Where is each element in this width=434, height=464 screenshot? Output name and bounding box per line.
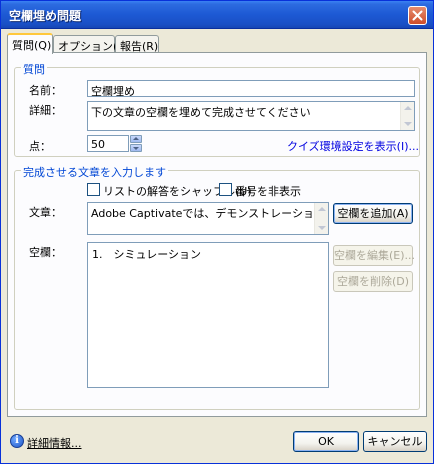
scroll-up-icon [318, 207, 326, 211]
close-icon [412, 10, 423, 21]
sentence-scrollbar[interactable] [314, 203, 328, 234]
points-input-value: 50 [91, 138, 105, 151]
question-group-legend: 質問 [21, 61, 47, 77]
stepper-down-button[interactable] [130, 144, 142, 152]
title-bar[interactable]: 空欄埋め問題 [1, 1, 433, 29]
detail-textarea[interactable]: 下の文章の空欄を埋めて完成させてください [87, 101, 415, 131]
detail-label: 詳細： [29, 104, 62, 117]
list-item[interactable]: 1. シミュレーション [92, 246, 324, 262]
scroll-down-icon [404, 122, 412, 126]
points-input[interactable]: 50 [87, 135, 129, 152]
add-blank-button[interactable]: 空欄を追加(A) [333, 203, 413, 224]
sentence-textarea-value: Adobe Captivateでは、デモンストレーション、<1>、クイズ [91, 207, 328, 220]
blanks-list[interactable]: 1. シミュレーション [87, 242, 329, 388]
dialog-window: 空欄埋め問題 質問(Q) オプション(O) 報告(R) 質問 名前： 空欄埋め … [0, 0, 434, 464]
tab-question[interactable]: 質問(Q) [7, 33, 53, 54]
chevron-down-icon [133, 147, 139, 150]
detail-scrollbar[interactable] [400, 102, 414, 130]
chevron-up-icon [133, 137, 139, 140]
close-button[interactable] [408, 6, 427, 25]
more-info-link-text: 詳細情報... [27, 437, 82, 450]
tab-options[interactable]: オプション(O) [53, 35, 130, 53]
sentence-label: 文章： [29, 206, 62, 219]
info-icon: i [10, 434, 24, 448]
question-group: 質問 名前： 空欄埋め 詳細： 下の文章の空欄を埋めて完成させてください 点： … [14, 61, 420, 157]
name-input-value: 空欄埋め [91, 85, 135, 97]
edit-blank-button[interactable]: 空欄を編集(E)... [333, 245, 415, 266]
points-stepper[interactable] [130, 135, 142, 152]
name-label: 名前： [29, 84, 62, 97]
stepper-up-button[interactable] [130, 135, 142, 143]
more-info-link[interactable]: 詳細情報... [27, 435, 82, 451]
hide-numbers-checkbox[interactable] [219, 183, 232, 196]
sentence-textarea[interactable]: Adobe Captivateでは、デモンストレーション、<1>、クイズ [87, 202, 329, 235]
name-input[interactable]: 空欄埋め [87, 80, 415, 97]
cancel-button[interactable]: キャンセル [363, 431, 427, 452]
window-title: 空欄埋め問題 [9, 9, 82, 23]
delete-blank-button[interactable]: 空欄を削除(D) [333, 271, 413, 292]
shuffle-checkbox[interactable] [87, 183, 100, 196]
tab-report[interactable]: 報告(R) [115, 35, 159, 53]
tab-question-label: 質問(Q) [12, 39, 52, 52]
ok-button[interactable]: OK [293, 431, 359, 452]
scroll-down-icon [318, 226, 326, 230]
points-label: 点： [29, 140, 51, 153]
detail-textarea-value: 下の文章の空欄を埋めて完成させてください [91, 106, 311, 119]
sentence-group-legend: 完成させる文章を入力します [21, 164, 168, 180]
hide-numbers-label[interactable]: 番号を非表示 [235, 183, 301, 199]
blanks-label: 空欄： [29, 246, 62, 259]
question-tab-panel: 質問 名前： 空欄埋め 詳細： 下の文章の空欄を埋めて完成させてください 点： … [7, 52, 427, 417]
quiz-settings-link[interactable]: クイズ環境設定を表示(I)... [287, 138, 419, 154]
scroll-up-icon [404, 106, 412, 110]
sentence-group: 完成させる文章を入力します リストの解答をシャッフル(U) 番号を非表示 文章：… [14, 164, 420, 410]
